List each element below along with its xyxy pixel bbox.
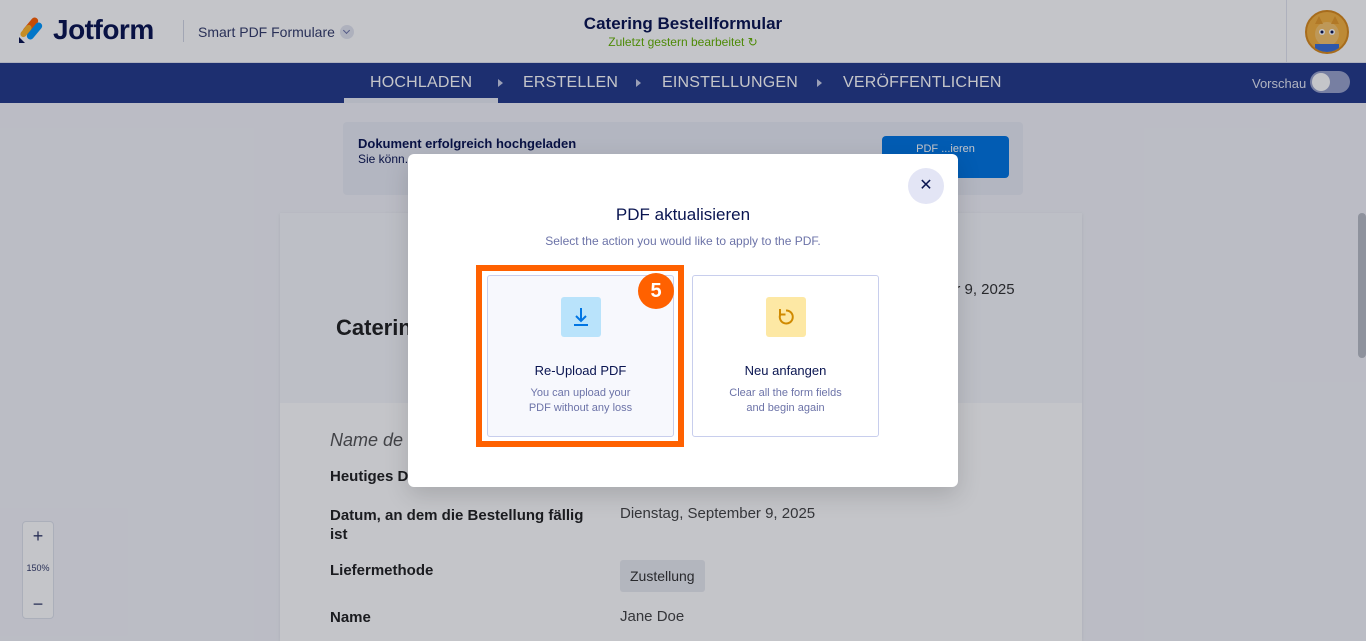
- option-description: Clear all the form fields and begin agai…: [729, 387, 842, 414]
- close-button[interactable]: ✕: [908, 168, 944, 204]
- dialog-subtitle: Select the action you would like to appl…: [545, 234, 821, 248]
- refresh-icon: [766, 297, 806, 337]
- option-title: Neu anfangen: [744, 363, 827, 378]
- start-over-option[interactable]: Neu anfangen Clear all the form fields a…: [692, 275, 879, 437]
- step-badge: 5: [638, 273, 674, 309]
- dialog-title: PDF aktualisieren: [615, 205, 751, 224]
